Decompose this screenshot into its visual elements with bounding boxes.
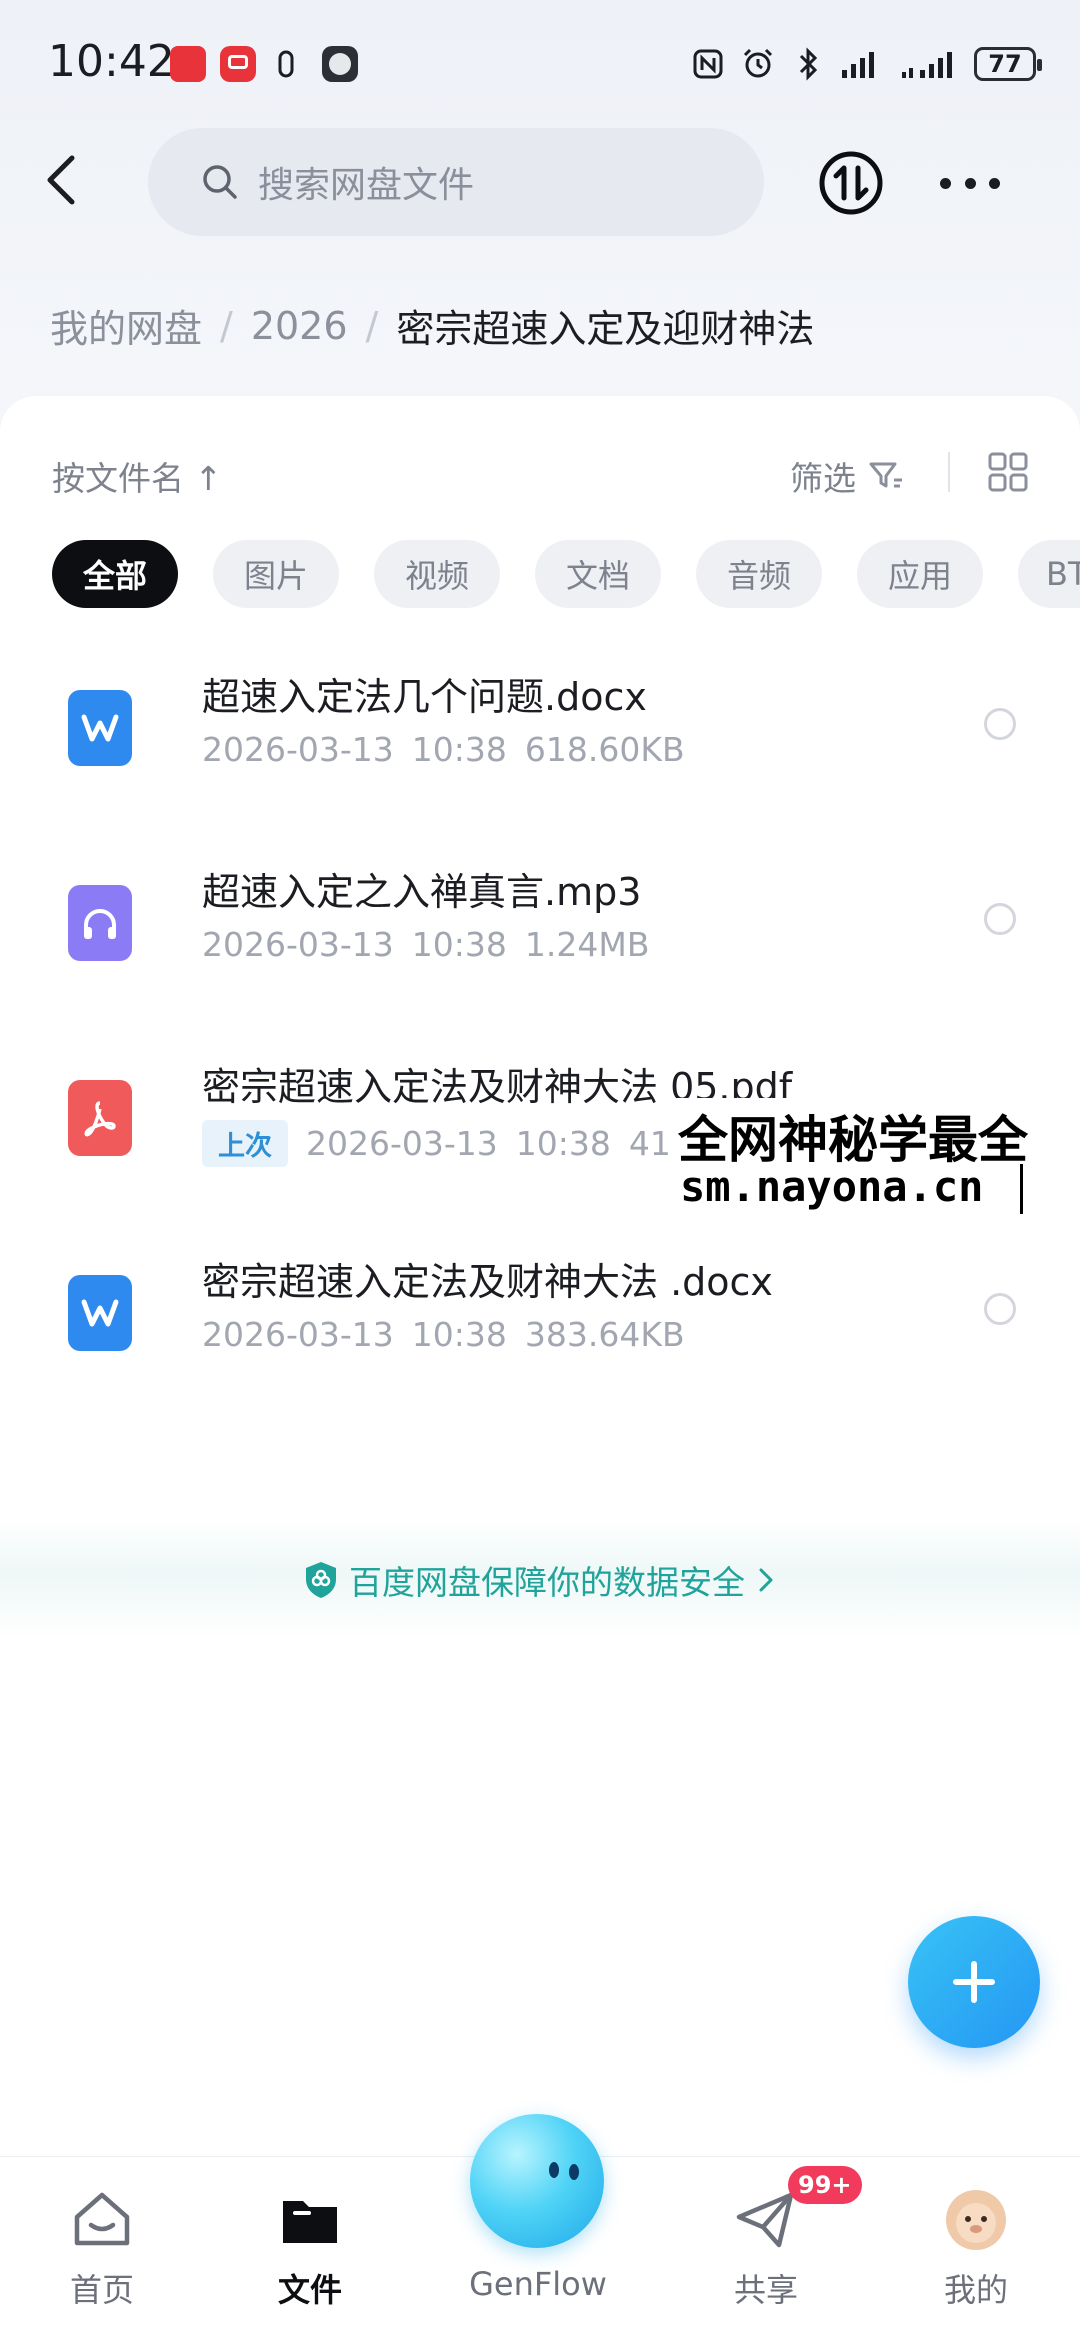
red-app-icon (220, 46, 256, 82)
sort-button[interactable]: 按文件名 ↑ (52, 452, 222, 500)
nav-me[interactable]: 我的 (896, 2157, 1056, 2325)
tab-videos[interactable]: 视频 (374, 540, 500, 608)
plus-icon (953, 1961, 995, 2003)
word-file-icon (68, 1275, 132, 1351)
select-checkbox[interactable] (984, 1293, 1016, 1325)
nav-files-label: 文件 (277, 2271, 342, 2309)
file-date: 2026-03-13 (202, 730, 394, 769)
avatar-icon (946, 2190, 1006, 2250)
add-button[interactable] (908, 1916, 1040, 2048)
tab-audio[interactable]: 音频 (696, 540, 822, 608)
category-tabs: 全部 图片 视频 文档 音频 应用 BT (52, 540, 1080, 608)
tab-apps[interactable]: 应用 (857, 540, 983, 608)
app-icon (322, 46, 358, 82)
file-row[interactable]: 密宗超速入定法及财神大法 .docx 2026-03-13 10:38 383.… (0, 1235, 1080, 1405)
chevron-right-icon (759, 1568, 773, 1592)
chevron-left-icon (47, 155, 75, 205)
search-icon (203, 165, 237, 199)
huawei-app-icon (170, 46, 206, 82)
breadcrumb-folder[interactable]: 2026 (251, 304, 348, 348)
breadcrumb: 我的网盘 / 2026 / 密宗超速入定及迎财神法 (50, 298, 814, 353)
link-icon (276, 46, 296, 82)
file-meta: 2026-03-13 10:38 1.24MB (202, 925, 649, 964)
security-notice[interactable]: 百度网盘保障你的数据安全 (0, 1520, 1080, 1640)
nav-genflow-label: GenFlow (469, 2265, 607, 2303)
grid-view-button[interactable] (988, 452, 1028, 492)
file-meta: 2026-03-13 10:38 383.64KB (202, 1315, 685, 1354)
file-name: 密宗超速入定法及财神大法 .docx (202, 1260, 773, 1304)
file-meta: 上次 2026-03-13 10:38 41 (202, 1120, 671, 1167)
watermark-overlay: 全网神秘学最全 sm.nayona.cn (676, 1098, 1080, 1226)
status-bar: 10:42 77 (0, 0, 1080, 120)
file-meta: 2026-03-13 10:38 618.60KB (202, 730, 685, 769)
file-date: 2026-03-13 (202, 1315, 394, 1354)
select-checkbox[interactable] (984, 708, 1016, 740)
word-file-icon (68, 690, 132, 766)
breadcrumb-separator: / (365, 303, 379, 348)
grid-icon (988, 452, 1028, 492)
file-size: 1.24MB (524, 925, 650, 964)
battery-indicator: 77 (974, 47, 1042, 81)
more-dot-icon (940, 177, 951, 189)
alarm-icon (740, 46, 776, 82)
file-row[interactable]: 超速入定法几个问题.docx 2026-03-13 10:38 618.60KB (0, 650, 1080, 820)
shield-icon (306, 1562, 336, 1598)
filter-icon (869, 462, 902, 488)
tab-all[interactable]: 全部 (52, 540, 178, 608)
breadcrumb-root[interactable]: 我的网盘 (50, 298, 202, 353)
pdf-file-icon (68, 1080, 132, 1156)
tab-bt[interactable]: BT (1018, 540, 1080, 608)
file-date: 2026-03-13 (202, 925, 394, 964)
file-size: 383.64KB (524, 1315, 685, 1354)
home-icon (74, 2192, 130, 2246)
file-size: 41 (628, 1124, 671, 1163)
nav-files[interactable]: 文件 (230, 2157, 390, 2325)
folder-icon (283, 2201, 337, 2243)
text-cursor (1020, 1164, 1023, 1214)
file-date: 2026-03-13 (306, 1124, 498, 1163)
last-opened-badge: 上次 (202, 1120, 288, 1167)
nav-share-label: 共享 (733, 2271, 798, 2309)
file-size: 618.60KB (524, 730, 685, 769)
nav-home-label: 首页 (69, 2271, 134, 2309)
select-checkbox[interactable] (984, 903, 1016, 935)
audio-file-icon (68, 885, 132, 961)
search-placeholder: 搜索网盘文件 (258, 165, 475, 206)
file-name: 超速入定之入禅真言.mp3 (202, 870, 642, 914)
more-button[interactable] (940, 166, 1000, 200)
transfer-icon (819, 151, 883, 215)
filter-button[interactable]: 筛选 (790, 452, 904, 500)
status-time: 10:42 (48, 36, 175, 87)
signal-2-icon (900, 46, 960, 82)
battery-level: 77 (988, 50, 1022, 78)
file-time: 10:38 (411, 1315, 507, 1354)
share-count-badge: 99+ (788, 2166, 862, 2204)
tab-documents[interactable]: 文档 (535, 540, 661, 608)
back-button[interactable] (36, 150, 96, 210)
file-time: 10:38 (515, 1124, 611, 1163)
file-time: 10:38 (411, 925, 507, 964)
file-name: 超速入定法几个问题.docx (202, 675, 647, 719)
more-dot-icon (964, 177, 976, 189)
file-row[interactable]: 超速入定之入禅真言.mp3 2026-03-13 10:38 1.24MB (0, 845, 1080, 1015)
nfc-icon (690, 46, 726, 82)
genflow-mascot-icon[interactable] (470, 2114, 604, 2248)
signal-icon (840, 46, 886, 82)
nav-me-label: 我的 (943, 2271, 1008, 2309)
search-input[interactable]: 搜索网盘文件 (148, 128, 764, 236)
breadcrumb-separator: / (220, 303, 233, 348)
bluetooth-icon (790, 46, 826, 82)
tab-images[interactable]: 图片 (213, 540, 339, 608)
more-dot-icon (989, 177, 1000, 189)
transfer-button[interactable] (818, 150, 884, 216)
filter-label: 筛选 (790, 459, 856, 498)
nav-home[interactable]: 首页 (22, 2157, 182, 2325)
divider (948, 452, 950, 492)
security-notice-text: 百度网盘保障你的数据安全 (349, 1563, 745, 1602)
file-time: 10:38 (411, 730, 507, 769)
watermark-line-2: sm.nayona.cn (680, 1162, 984, 1211)
breadcrumb-current: 密宗超速入定及迎财神法 (396, 307, 815, 351)
paper-plane-icon (736, 2192, 794, 2248)
